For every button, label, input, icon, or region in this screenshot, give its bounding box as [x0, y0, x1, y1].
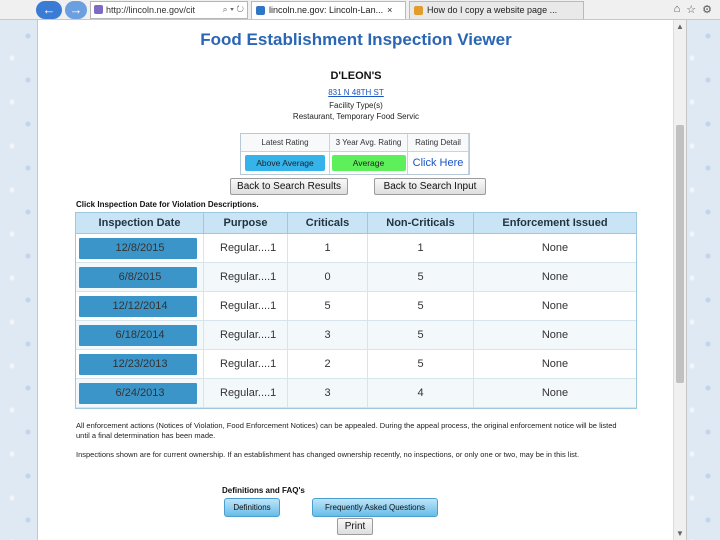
col-non-criticals: Non-Criticals	[368, 213, 474, 233]
establishment-name: D'LEON'S	[330, 70, 382, 82]
scroll-up-icon[interactable]: ▲	[676, 22, 684, 31]
purpose-cell: Regular....1	[204, 379, 288, 407]
inspection-date-link[interactable]: 12/12/2014	[79, 295, 197, 317]
enforcement-cell: None	[541, 358, 569, 370]
inspection-table: Inspection Date Purpose Criticals Non-Cr…	[75, 212, 637, 409]
vertical-scrollbar[interactable]: ▲ ▼	[673, 20, 686, 540]
enforcement-cell: None	[541, 387, 569, 399]
criticals-cell: 3	[288, 321, 368, 349]
browser-toolbar: ← → http://lincoln.ne.gov/cit ⌕ ▾ ↻ linc…	[0, 0, 720, 20]
col-purpose: Purpose	[204, 213, 288, 233]
definitions-button[interactable]: Definitions	[224, 498, 280, 517]
appeal-note: All enforcement actions (Notices of Viol…	[76, 421, 617, 440]
page-content: Food Establishment Inspection Viewer D'L…	[37, 20, 687, 540]
avg-rating-header: 3 Year Avg. Rating	[330, 134, 408, 152]
inspection-date-link[interactable]: 6/8/2015	[79, 266, 197, 288]
facility-type-label: Facility Type(s)	[329, 101, 383, 110]
back-to-search-results-button[interactable]: Back to Search Results	[230, 178, 348, 195]
col-enforcement: Enforcement Issued	[502, 217, 608, 229]
criticals-cell: 1	[288, 234, 368, 262]
table-header: Inspection Date Purpose Criticals Non-Cr…	[76, 213, 636, 234]
avg-rating-badge: Average	[331, 155, 406, 171]
date-cell: 12/23/2013	[76, 350, 204, 378]
address-bar[interactable]: http://lincoln.ne.gov/cit ⌕ ▾ ↻	[90, 0, 248, 19]
purpose-cell: Regular....1	[204, 321, 288, 349]
rating-detail-header: Rating Detail	[408, 134, 469, 152]
print-button[interactable]: Print	[337, 518, 373, 535]
facility-type-value: Restaurant, Temporary Food Servic	[292, 112, 420, 121]
establishment-address-link[interactable]: 831 N 48TH ST	[38, 88, 674, 97]
col-criticals: Criticals	[288, 213, 368, 233]
settings-gear-icon[interactable]: ⚙	[702, 3, 712, 16]
table-row: 6/18/2014 Regular....1 3 5 None	[76, 321, 636, 350]
non-criticals-cell: 5	[368, 292, 474, 320]
latest-rating-badge: Above Average	[245, 155, 325, 171]
non-criticals-cell: 1	[368, 234, 474, 262]
address-text: http://lincoln.ne.gov/cit	[106, 4, 196, 15]
criticals-cell: 3	[288, 379, 368, 407]
back-to-search-input-button[interactable]: Back to Search Input	[374, 178, 486, 195]
criticals-cell: 2	[288, 350, 368, 378]
criticals-cell: 5	[288, 292, 368, 320]
inspection-hint: Click Inspection Date for Violation Desc…	[76, 200, 259, 209]
tab-label: lincoln.ne.gov: Lincoln-Lan...	[269, 5, 384, 15]
back-button[interactable]: ←	[36, 0, 62, 19]
rating-panel: Latest Rating 3 Year Avg. Rating Rating …	[240, 133, 470, 175]
purpose-cell: Regular....1	[204, 263, 288, 291]
definitions-faq-label: Definitions and FAQ's	[222, 486, 305, 495]
non-criticals-cell: 5	[368, 263, 474, 291]
enforcement-cell: None	[541, 300, 569, 312]
non-criticals-cell: 5	[368, 350, 474, 378]
inspection-date-link[interactable]: 12/23/2013	[79, 353, 197, 375]
purpose-cell: Regular....1	[204, 234, 288, 262]
enforcement-cell: None	[541, 271, 569, 283]
table-row: 6/8/2015 Regular....1 0 5 None	[76, 263, 636, 292]
scroll-down-icon[interactable]: ▼	[676, 529, 684, 538]
table-row: 12/23/2013 Regular....1 2 5 None	[76, 350, 636, 379]
criticals-cell: 0	[288, 263, 368, 291]
scrollbar-thumb[interactable]	[676, 125, 684, 383]
purpose-cell: Regular....1	[204, 292, 288, 320]
inspection-date-link[interactable]: 12/8/2015	[79, 237, 197, 259]
non-criticals-cell: 5	[368, 321, 474, 349]
table-row: 12/8/2015 Regular....1 1 1 None	[76, 234, 636, 263]
date-cell: 6/18/2014	[76, 321, 204, 349]
tab-label: How do I copy a website page ...	[427, 5, 558, 15]
tab-favicon-icon	[414, 5, 423, 15]
rating-detail-link[interactable]: Click Here	[413, 157, 464, 169]
col-inspection-date: Inspection Date	[76, 213, 204, 233]
purpose-cell: Regular....1	[204, 350, 288, 378]
enforcement-cell: None	[541, 329, 569, 341]
table-row: 12/12/2014 Regular....1 5 5 None	[76, 292, 636, 321]
non-criticals-cell: 4	[368, 379, 474, 407]
date-cell: 6/8/2015	[76, 263, 204, 291]
faq-button[interactable]: Frequently Asked Questions	[312, 498, 438, 517]
date-cell: 12/12/2014	[76, 292, 204, 320]
enforcement-cell: None	[541, 242, 569, 254]
forward-button[interactable]: →	[65, 0, 87, 19]
ownership-note: Inspections shown are for current owners…	[76, 450, 580, 459]
tab-favicon-icon	[256, 5, 265, 15]
window-controls: ⌂ ☆ ⚙	[674, 3, 720, 16]
favorites-star-icon[interactable]: ☆	[686, 3, 696, 16]
site-favicon-icon	[94, 5, 103, 14]
page-title: Food Establishment Inspection Viewer	[200, 30, 512, 49]
address-tools-icon[interactable]: ⌕ ▾ ↻	[223, 4, 247, 15]
home-icon[interactable]: ⌂	[674, 3, 681, 16]
tab-lincoln[interactable]: lincoln.ne.gov: Lincoln-Lan... ×	[251, 0, 406, 19]
date-cell: 12/8/2015	[76, 234, 204, 262]
date-cell: 6/24/2013	[76, 379, 204, 407]
tab-close-icon[interactable]: ×	[387, 5, 392, 15]
tab-how-do-i-copy[interactable]: How do I copy a website page ...	[409, 0, 584, 19]
latest-rating-header: Latest Rating	[241, 134, 330, 152]
inspection-date-link[interactable]: 6/18/2014	[79, 324, 197, 346]
table-row: 6/24/2013 Regular....1 3 4 None	[76, 379, 636, 408]
inspection-date-link[interactable]: 6/24/2013	[79, 382, 197, 404]
